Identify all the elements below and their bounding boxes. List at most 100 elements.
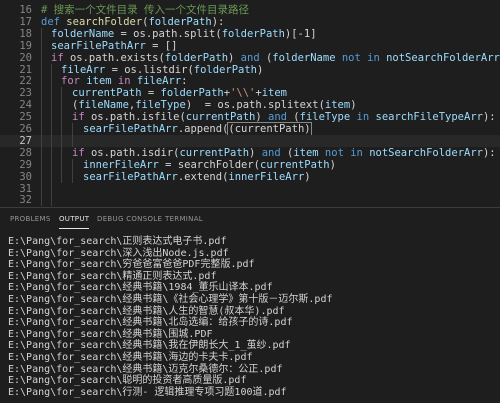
code-token: folderName: [272, 51, 336, 64]
code-token: item: [86, 75, 112, 88]
indent-guide: [41, 146, 42, 159]
code-token: searFilePathArr: [83, 170, 178, 183]
indent-guide: [41, 123, 42, 135]
code-token: if: [72, 146, 91, 159]
code-token: folderPath: [193, 63, 257, 76]
output-line[interactable]: E:\Pang\for_search\经典书籍\《社会心理学》第十版－迈尔斯.p…: [8, 294, 333, 306]
indent-guide: [41, 111, 42, 124]
code-line[interactable]: 20 if os.path.exists(folderPath) and (fol…: [0, 51, 500, 64]
indent-guide: [61, 158, 62, 171]
code-token: fileName: [78, 99, 129, 112]
code-token: if: [51, 51, 70, 64]
code-token: currentPath: [260, 158, 330, 171]
code-text: if os.path.exists(folderPath) and (folde…: [51, 52, 500, 64]
code-line[interactable]: 16 # 搜索一个文件目录 传入一个文件目录路径: [0, 4, 500, 16]
code-line[interactable]: 21 fileArr = os.listdir(folderPath): [0, 63, 500, 76]
code-text: for item in fileArr:: [61, 75, 187, 87]
code-token: searchFileTypeArr: [375, 111, 483, 124]
output-line[interactable]: E:\Pang\for_search\经典书籍\1984_董乐山译本.pdf: [8, 282, 273, 294]
line-number: 27: [19, 134, 32, 147]
code-text: def searchFolder(folderPath):: [41, 16, 224, 28]
code-token: .extend(: [177, 170, 229, 183]
indent-guide: [61, 111, 62, 124]
code-token: ): [228, 51, 241, 64]
indent-guide: [51, 123, 52, 135]
code-line[interactable]: 31: [0, 182, 500, 195]
code-line[interactable]: 19 searFilePathArr = []: [0, 39, 500, 52]
code-line[interactable]: 24 (fileName,fileType) = os.path.splitext…: [0, 99, 500, 112]
indent-guide: [72, 158, 73, 171]
code-line[interactable]: 23 currentPath = folderPath+'\\'+item: [0, 87, 500, 100]
code-token: if: [72, 111, 91, 124]
code-line[interactable]: 28 if os.path.isdir(currentPath) and (ite…: [0, 146, 500, 159]
code-token: notSearchFolderArr: [386, 51, 500, 64]
panel-tab-bar: PROBLEMS OUTPUT DEBUG CONSOLE TERMINAL: [0, 207, 500, 235]
indent-guide: [51, 170, 52, 183]
code-text: if os.path.isdir(currentPath) and (item …: [72, 147, 496, 159]
code-token: ):: [482, 111, 496, 124]
code-line[interactable]: 22 for item in fileArr:: [0, 75, 500, 88]
code-line[interactable]: 26 searFilePathArr.append((currentPath): [0, 122, 500, 136]
code-token: notSearchFolderArr: [369, 146, 483, 159]
line-number: 25: [19, 111, 32, 124]
code-line[interactable]: 29 innerFileArr = searchFolder(currentPat…: [0, 158, 500, 171]
code-editor[interactable]: 16 # 搜索一个文件目录 传入一个文件目录路径 17 def searchFolde…: [0, 0, 500, 207]
tab-problems[interactable]: PROBLEMS: [10, 215, 51, 223]
code-token: currentPath: [185, 111, 256, 124]
indent-guide: [61, 99, 62, 112]
code-token: (: [280, 146, 294, 159]
indent-guide: [41, 75, 42, 88]
code-token: :: [181, 75, 188, 88]
output-line[interactable]: E:\Pang\for_search\深入浅出Node.js.pdf: [8, 248, 229, 260]
code-token: folderPath: [221, 27, 285, 40]
line-number: 23: [19, 87, 32, 100]
tab-terminal[interactable]: TERMINAL: [165, 215, 203, 223]
code-line[interactable]: 30 searFilePathArr.extend(innerFileArr): [0, 170, 500, 183]
output-line[interactable]: E:\Pang\for_search\经典书籍\我在伊朗长大_1_茧纱.pdf: [8, 340, 291, 352]
indent-guide: [51, 99, 52, 112]
code-token: (: [286, 111, 300, 124]
output-line[interactable]: E:\Pang\for_search\穷爸爸富爸爸PDF完整版.pdf: [8, 259, 255, 271]
code-token: =: [141, 87, 161, 100]
code-line[interactable]: 32: [0, 194, 500, 207]
code-line[interactable]: 25 if os.path.isfile(currentPath) and (fi…: [0, 111, 500, 124]
code-token: os.path.isdir(: [90, 146, 180, 159]
output-line[interactable]: E:\Pang\for_search\经典书籍\北岛选编：给孩子的诗.pdf: [8, 317, 293, 329]
code-token: folderName: [51, 27, 115, 40]
code-text: fileArr = os.listdir(folderPath): [61, 64, 263, 76]
line-number: 30: [19, 170, 32, 183]
output-line[interactable]: E:\Pang\for_search\经典书籍\迈克尔桑德尔：公正.pdf: [8, 364, 283, 376]
code-text: searFilePathArr.append((currentPath): [83, 122, 312, 136]
output-line[interactable]: E:\Pang\for_search\聪明的投资者高质量版.pdf: [8, 375, 246, 387]
output-panel[interactable]: E:\Pang\for_search\正则表达式电子书.pdf E:\Pang\f…: [0, 235, 500, 403]
code-token: in: [350, 111, 376, 124]
code-token: folderPath: [164, 51, 229, 64]
output-line[interactable]: E:\Pang\for_search\经典书籍\海边的卡夫卡.pdf: [8, 352, 253, 364]
code-line[interactable]: 27: [0, 134, 500, 147]
output-line[interactable]: E:\Pang\for_search\正则表达式电子书.pdf: [8, 236, 226, 248]
output-line[interactable]: E:\Pang\for_search\经典书籍\围城.PDF: [8, 329, 213, 341]
code-token: (currentPath): [227, 122, 312, 136]
code-token: innerFileArr: [228, 170, 305, 183]
tab-output[interactable]: OUTPUT: [59, 215, 90, 229]
output-line[interactable]: E:\Pang\for_search\精通正则表达式.pdf: [8, 271, 216, 283]
code-token: .append(: [177, 123, 229, 135]
indent-guide: [51, 134, 52, 147]
code-token: ):: [211, 15, 225, 28]
code-line[interactable]: 18 folderName = os.path.split(folderPath)…: [0, 27, 500, 40]
output-line[interactable]: E:\Pang\for_search\行测- 逻辑推理专项习题100道.pdf: [8, 387, 287, 399]
line-number: 18: [19, 27, 32, 40]
code-line[interactable]: 17 def searchFolder(folderPath):: [0, 16, 500, 28]
code-token: os.path.exists(: [69, 51, 165, 64]
code-token: ): [350, 99, 357, 112]
code-token: def: [41, 15, 67, 28]
code-token: (: [259, 51, 273, 64]
output-line[interactable]: E:\Pang\for_search\经典书籍\人生的智慧(叔本华).pdf: [8, 306, 285, 318]
line-number: 17: [19, 15, 32, 28]
code-token: ): [255, 111, 268, 124]
tab-debug-console[interactable]: DEBUG CONSOLE: [97, 215, 162, 223]
line-number: 32: [19, 194, 32, 207]
indent-guide: [51, 63, 52, 76]
indent-guide: [41, 194, 42, 207]
indent-guide: [51, 75, 52, 88]
